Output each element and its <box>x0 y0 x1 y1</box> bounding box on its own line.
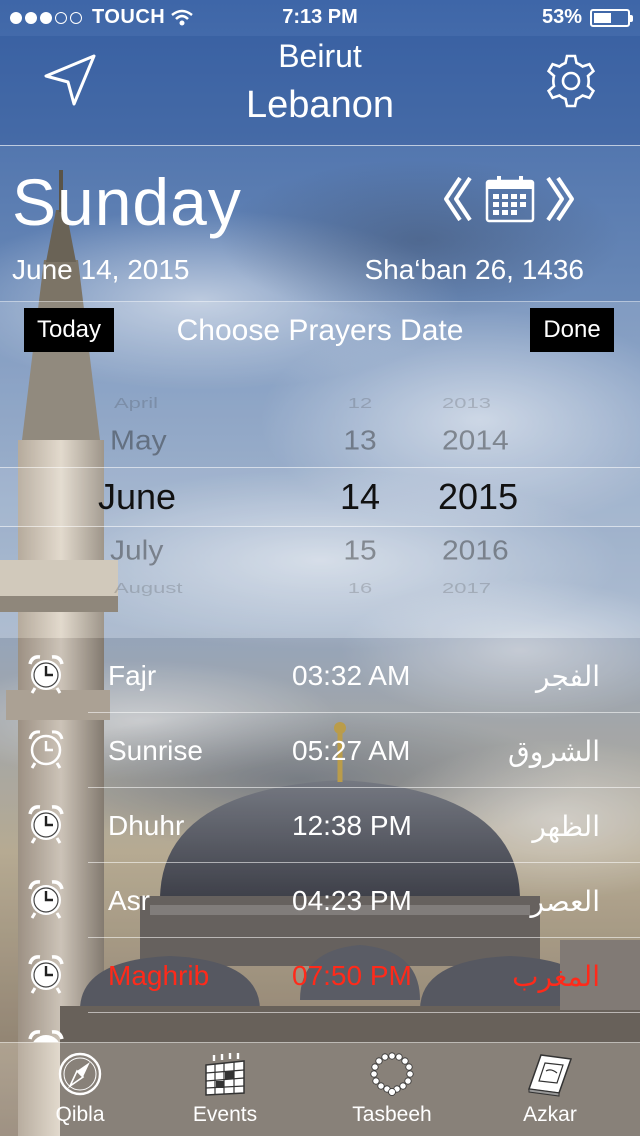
prayer-times-list: Fajr 03:32 AM الفجر Sunrise 05:27 AM الش… <box>0 638 640 1042</box>
status-right: 53% <box>541 6 633 29</box>
prayer-name: Maghrib <box>108 960 210 991</box>
date-navigation <box>440 172 590 228</box>
year-option[interactable]: 2017 <box>442 580 491 597</box>
year-option-selected[interactable]: 2015 <box>438 476 518 518</box>
prayer-time: 03:32 AM <box>292 660 411 691</box>
year-option[interactable]: 2016 <box>442 535 509 566</box>
prayer-name: Fajr <box>108 660 157 691</box>
prayer-time: 05:27 AM <box>292 735 411 766</box>
prayer-beads-icon <box>370 1052 414 1096</box>
prayer-name-arabic: العصر <box>530 885 600 918</box>
done-button[interactable]: Done <box>530 308 614 352</box>
header: Beirut Lebanon <box>0 36 640 146</box>
month-option[interactable]: August <box>114 580 183 597</box>
date-picker-panel: Today Choose Prayers Date Done April May… <box>0 302 640 638</box>
picker-selection-band <box>0 467 640 527</box>
day-option[interactable]: 15 <box>330 535 390 566</box>
tab-qibla[interactable]: Qibla <box>10 1043 150 1136</box>
prayer-row-fajr[interactable]: Fajr 03:32 AM الفجر <box>0 638 640 713</box>
prayer-time: 04:23 PM <box>292 885 412 916</box>
day-option[interactable]: 13 <box>330 425 390 456</box>
year-option[interactable]: 2013 <box>442 395 491 412</box>
tab-label: Events <box>192 1103 258 1126</box>
tab-azkar[interactable]: Azkar <box>480 1043 620 1136</box>
date-display: Sunday June 14, 2015 Sha‘ban 26, 1436 <box>0 146 640 302</box>
prayer-time: 12:38 PM <box>292 810 412 841</box>
prayer-row-dhuhr[interactable]: Dhuhr 12:38 PM الظهر <box>0 788 640 863</box>
day-option[interactable]: 12 <box>330 395 390 412</box>
month-wheel[interactable]: April May June July August <box>98 380 298 610</box>
gregorian-date: June 14, 2015 <box>12 254 190 285</box>
prayer-row-asr[interactable]: Asr 04:23 PM العصر <box>0 863 640 938</box>
tab-events[interactable]: Events <box>155 1043 295 1136</box>
calendar-icon <box>205 1053 245 1096</box>
prayer-name-arabic: الشروق <box>508 735 600 768</box>
next-day-icon[interactable] <box>544 174 578 224</box>
compass-icon <box>58 1052 102 1096</box>
tab-label: Qibla <box>55 1103 105 1126</box>
prayer-row-sunrise[interactable]: Sunrise 05:27 AM الشروق <box>0 713 640 788</box>
day-option-selected[interactable]: 14 <box>330 476 390 518</box>
prayer-row-partial[interactable] <box>0 1013 640 1042</box>
tab-bar: Qibla Events Tasbeeh Azkar <box>0 1042 640 1136</box>
alarm-clock-icon[interactable] <box>24 877 68 921</box>
calendar-icon[interactable] <box>484 174 536 224</box>
book-icon <box>527 1054 573 1097</box>
day-name: Sunday <box>12 165 242 239</box>
alarm-clock-icon[interactable] <box>24 802 68 846</box>
alarm-clock-icon[interactable] <box>24 652 68 696</box>
day-wheel[interactable]: 12 13 14 15 16 <box>330 380 390 610</box>
tab-label: Azkar <box>523 1103 577 1126</box>
battery-icon <box>590 8 633 27</box>
year-wheel[interactable]: 2013 2014 2015 2016 2017 <box>436 380 536 610</box>
alarm-clock-outline-icon[interactable] <box>24 727 68 771</box>
tab-tasbeeh[interactable]: Tasbeeh <box>322 1043 462 1136</box>
prayer-name: Asr <box>108 885 150 916</box>
alarm-clock-icon[interactable] <box>24 1027 68 1042</box>
prayer-time: 07:50 PM <box>292 960 412 991</box>
prayer-name-arabic: الفجر <box>536 660 600 693</box>
prayer-name: Dhuhr <box>108 810 185 841</box>
hijri-date: Sha‘ban 26, 1436 <box>364 254 584 285</box>
month-option[interactable]: April <box>114 395 158 412</box>
gear-icon[interactable] <box>542 52 600 110</box>
month-option[interactable]: July <box>110 535 163 566</box>
month-option-selected[interactable]: June <box>98 476 176 518</box>
day-option[interactable]: 16 <box>330 580 390 597</box>
month-option[interactable]: May <box>110 425 167 456</box>
previous-day-icon[interactable] <box>440 174 474 224</box>
prayer-name: Sunrise <box>108 735 203 766</box>
battery-percent: 53% <box>541 6 582 28</box>
tab-label: Tasbeeh <box>352 1103 432 1126</box>
status-bar: TOUCH 7:13 PM 53% <box>0 0 640 36</box>
year-option[interactable]: 2014 <box>442 425 509 456</box>
prayer-row-maghrib[interactable]: Maghrib 07:50 PM المغرب <box>0 938 640 1013</box>
prayer-name-arabic: الظهر <box>532 810 600 843</box>
prayer-name-arabic: المغرب <box>512 960 600 993</box>
alarm-clock-icon[interactable] <box>24 952 68 996</box>
